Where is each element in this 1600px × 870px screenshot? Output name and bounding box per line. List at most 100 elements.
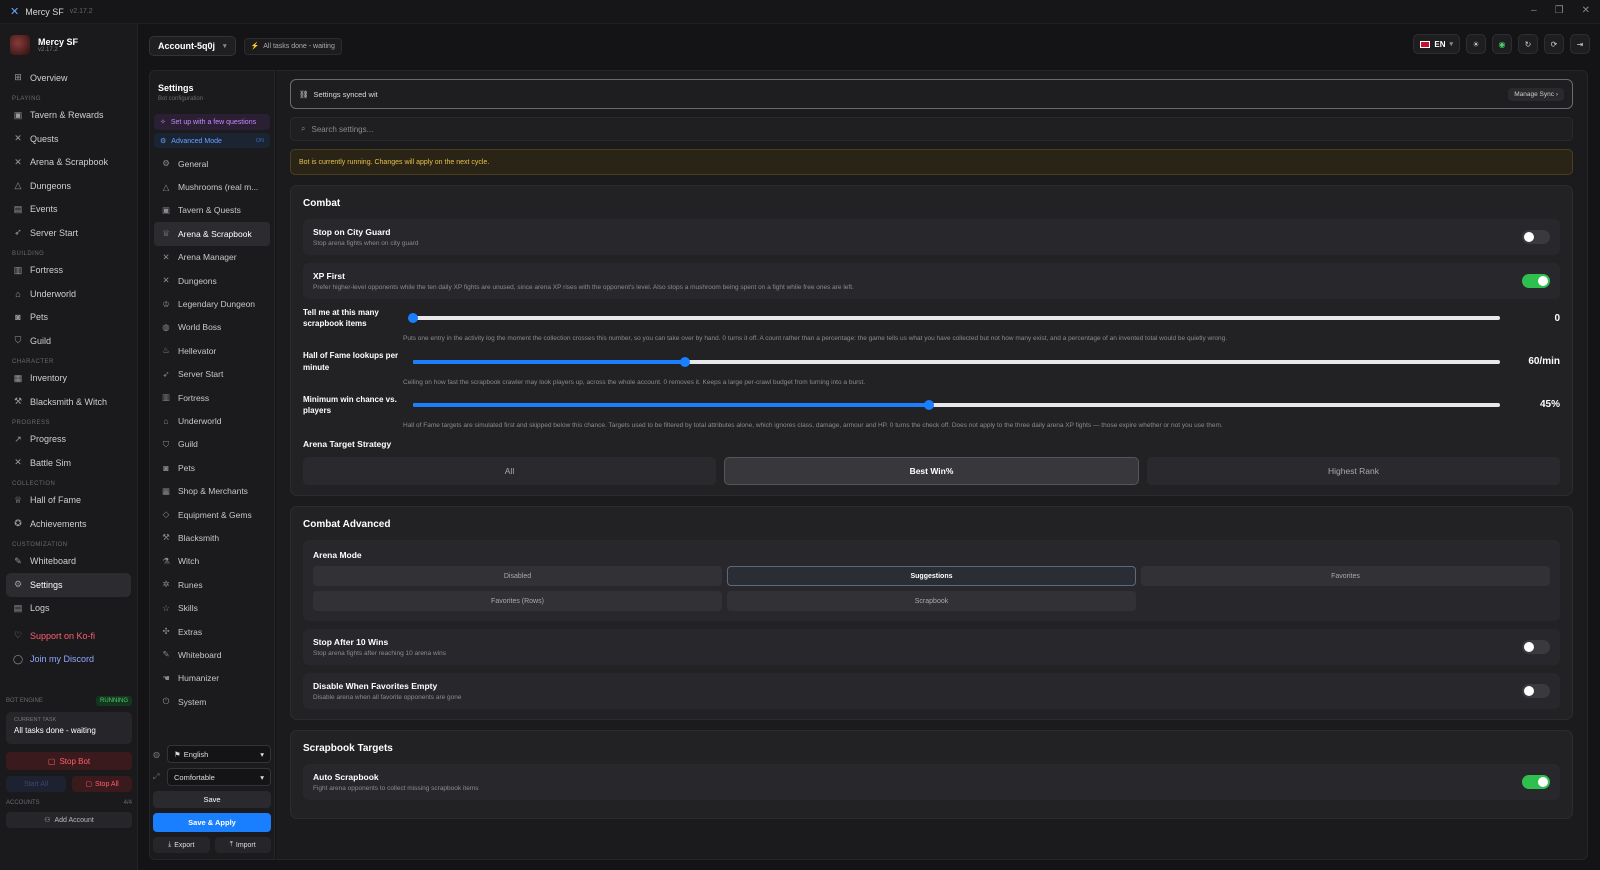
sidebar-item-whiteboard[interactable]: ✎ Whiteboard bbox=[6, 550, 131, 574]
visibility-toggle-button[interactable]: ◉ bbox=[1492, 34, 1512, 54]
settings-item-shop[interactable]: ▦ Shop & Merchants bbox=[154, 479, 270, 502]
mode-favorites-button[interactable]: Favorites bbox=[1141, 566, 1550, 587]
settings-item-legendary-dungeon[interactable]: ♔ Legendary Dungeon bbox=[154, 292, 270, 315]
mode-suggestions-button[interactable]: Suggestions bbox=[727, 566, 1136, 587]
sidebar-item-underworld[interactable]: ⌂ Underworld bbox=[6, 282, 131, 306]
settings-item-skills[interactable]: ☆ Skills bbox=[154, 596, 270, 619]
settings-item-arena[interactable]: ♕ Arena & Scrapbook bbox=[154, 222, 270, 246]
reload-button[interactable]: ⟳ bbox=[1544, 34, 1564, 54]
settings-item-equipment[interactable]: ◇ Equipment & Gems bbox=[154, 503, 270, 526]
sidebar-item-battle-sim[interactable]: ✕ Battle Sim bbox=[6, 451, 131, 475]
settings-item-tavern[interactable]: ▣ Tavern & Quests bbox=[154, 199, 270, 222]
import-button[interactable]: ⤒ Import bbox=[214, 837, 271, 853]
close-icon[interactable]: ✕ bbox=[1582, 5, 1590, 16]
strategy-highest-rank-button[interactable]: Highest Rank bbox=[1147, 457, 1560, 486]
stop-after-wins-toggle[interactable] bbox=[1522, 640, 1550, 655]
min-win-slider[interactable] bbox=[413, 399, 1500, 410]
settings-item-system[interactable]: ⏻ System bbox=[154, 690, 270, 713]
settings-item-arena-manager[interactable]: ✕ Arena Manager bbox=[154, 246, 270, 269]
settings-item-label: Equipment & Gems bbox=[178, 509, 252, 520]
minimize-icon[interactable]: – bbox=[1531, 5, 1537, 16]
discord-link[interactable]: ◯ Join my Discord bbox=[6, 648, 131, 672]
shield-icon: ⛉ bbox=[14, 335, 22, 346]
xp-first-toggle[interactable] bbox=[1522, 274, 1550, 288]
paw-icon: ◙ bbox=[163, 462, 169, 473]
sidebar-item-settings[interactable]: ⚙ Settings bbox=[6, 573, 131, 597]
sidebar-item-progress[interactable]: ↗ Progress bbox=[6, 428, 131, 452]
sidebar-item-blacksmith[interactable]: ⚒ Blacksmith & Witch bbox=[6, 390, 131, 414]
stop-all-button[interactable]: ▢ Stop All bbox=[72, 776, 132, 792]
slider-handle[interactable] bbox=[924, 399, 935, 410]
sidebar-item-arena[interactable]: ✕ Arena & Scrapbook bbox=[6, 151, 131, 175]
settings-item-world-boss[interactable]: ◍ World Boss bbox=[154, 316, 270, 339]
sidebar-item-overview[interactable]: ⊞ Overview bbox=[6, 66, 131, 90]
scrapbook-items-slider[interactable] bbox=[408, 313, 1500, 324]
settings-item-witch[interactable]: ⚗ Witch bbox=[154, 550, 270, 573]
beer-icon: ▣ bbox=[13, 109, 23, 120]
accounts-header[interactable]: ACCOUNTS 4/4 bbox=[6, 800, 132, 806]
sidebar-item-guild[interactable]: ⛉ Guild bbox=[6, 329, 131, 353]
start-all-button[interactable]: Start All bbox=[6, 776, 66, 792]
mode-scrapbook-button[interactable]: Scrapbook bbox=[727, 591, 1136, 612]
sidebar-item-dungeons[interactable]: △ Dungeons bbox=[6, 174, 131, 198]
strategy-best-win-button[interactable]: Best Win% bbox=[724, 457, 1139, 486]
beer-icon: ▣ bbox=[161, 204, 171, 215]
hof-lookups-slider[interactable] bbox=[413, 356, 1500, 367]
sync-button[interactable]: ↻ bbox=[1518, 34, 1538, 54]
sidebar-item-tavern[interactable]: ▣ Tavern & Rewards bbox=[6, 104, 131, 128]
settings-item-humanizer[interactable]: ☚ Humanizer bbox=[154, 667, 270, 690]
slider-handle[interactable] bbox=[679, 356, 690, 367]
settings-item-underworld[interactable]: ⌂ Underworld bbox=[154, 409, 270, 432]
settings-item-guild[interactable]: ⛉ Guild bbox=[154, 433, 270, 456]
stop-bot-button[interactable]: ▢ Stop Bot bbox=[6, 752, 132, 770]
sidebar-item-events[interactable]: ▤ Events bbox=[6, 198, 131, 222]
settings-item-server-start[interactable]: ➶ Server Start bbox=[154, 363, 270, 386]
settings-item-pets[interactable]: ◙ Pets bbox=[154, 456, 270, 479]
settings-content: ⛓ Settings synced wit Manage Sync › ⌕ Sear… bbox=[276, 70, 1588, 860]
disable-fav-empty-toggle[interactable] bbox=[1522, 684, 1550, 699]
settings-item-mushrooms[interactable]: △ Mushrooms (real m... bbox=[154, 175, 270, 198]
strategy-all-button[interactable]: All bbox=[303, 457, 716, 486]
settings-item-hellevator[interactable]: ♨ Hellevator bbox=[154, 339, 270, 362]
settings-item-fortress[interactable]: ▥ Fortress bbox=[154, 386, 270, 409]
sidebar-item-pets[interactable]: ◙ Pets bbox=[6, 306, 131, 330]
settings-item-blacksmith[interactable]: ⚒ Blacksmith bbox=[154, 526, 270, 549]
setup-wizard-button[interactable]: ✧ Set up with a few questions bbox=[154, 114, 270, 130]
sidebar-item-server-start[interactable]: ➶ Server Start bbox=[6, 221, 131, 245]
add-account-button[interactable]: ⚇ Add Account bbox=[6, 812, 132, 828]
swords-icon: ✕ bbox=[14, 133, 22, 144]
language-select[interactable]: ⚑ English ▾ bbox=[167, 745, 271, 763]
save-apply-button[interactable]: Save & Apply bbox=[153, 813, 271, 832]
language-selector[interactable]: EN ▾ bbox=[1413, 34, 1460, 54]
advanced-mode-toggle[interactable]: ⚙ Advanced Mode ON bbox=[154, 133, 270, 148]
account-selector[interactable]: Account-5q0j ▾ bbox=[149, 36, 236, 56]
settings-item-runes[interactable]: ✲ Runes bbox=[154, 573, 270, 596]
app-logo-icon: ✕ bbox=[10, 6, 20, 18]
sidebar-item-achievements[interactable]: ✪ Achievements bbox=[6, 512, 131, 536]
save-button[interactable]: Save bbox=[153, 791, 271, 808]
kofi-link[interactable]: ♡ Support on Ko-fi bbox=[6, 624, 131, 648]
maximize-icon[interactable]: ❐ bbox=[1555, 5, 1564, 16]
sidebar-item-fortress[interactable]: ▥ Fortress bbox=[6, 259, 131, 283]
sidebar-item-quests[interactable]: ✕ Quests bbox=[6, 127, 131, 151]
theme-toggle-button[interactable]: ☀ bbox=[1466, 34, 1486, 54]
sidebar-item-logs[interactable]: ▤ Logs bbox=[6, 597, 131, 621]
stop-city-guard-toggle[interactable] bbox=[1522, 230, 1550, 244]
mode-disabled-button[interactable]: Disabled bbox=[313, 566, 722, 587]
settings-item-general[interactable]: ⚙ General bbox=[154, 152, 270, 175]
settings-item-dungeons[interactable]: ✕ Dungeons bbox=[154, 269, 270, 292]
settings-item-label: Mushrooms (real m... bbox=[178, 182, 259, 193]
sidebar-item-inventory[interactable]: ▦ Inventory bbox=[6, 367, 131, 391]
settings-item-whiteboard[interactable]: ✎ Whiteboard bbox=[154, 643, 270, 666]
auto-scrapbook-toggle[interactable] bbox=[1522, 775, 1550, 790]
search-input[interactable]: ⌕ Search settings... bbox=[290, 117, 1573, 141]
settings-item-extras[interactable]: ✣ Extras bbox=[154, 620, 270, 643]
density-select[interactable]: Comfortable ▾ bbox=[167, 768, 271, 786]
logout-button[interactable]: ⇥ bbox=[1570, 34, 1590, 54]
sidebar-item-hall-of-fame[interactable]: ♕ Hall of Fame bbox=[6, 489, 131, 513]
auto-scrapbook-row: Auto Scrapbook Fight arena opponents to c… bbox=[303, 764, 1560, 801]
manage-sync-button[interactable]: Manage Sync › bbox=[1508, 87, 1564, 101]
mode-favorites-rows-button[interactable]: Favorites (Rows) bbox=[313, 591, 722, 612]
slider-handle[interactable] bbox=[408, 313, 418, 324]
export-button[interactable]: ⤓ Export bbox=[153, 837, 210, 853]
